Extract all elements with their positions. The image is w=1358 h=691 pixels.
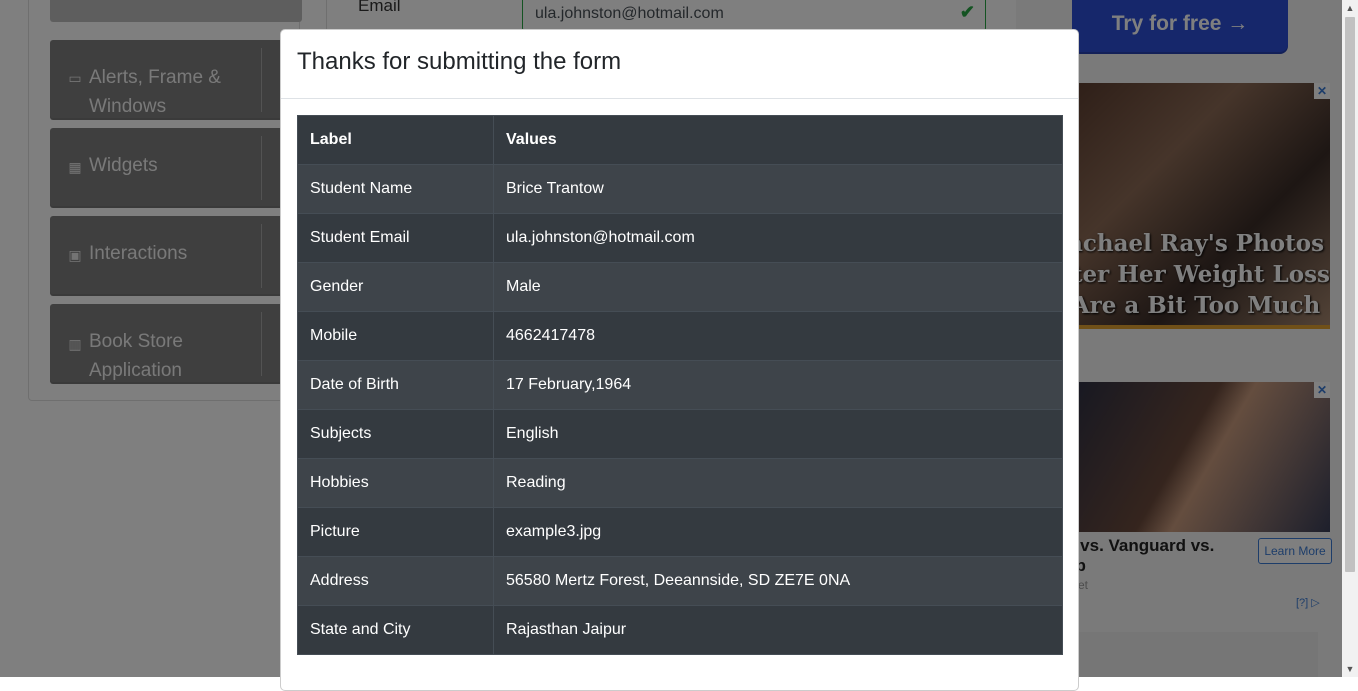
scrollbar[interactable]: ▲ ▼ xyxy=(1342,0,1358,677)
row-value: 4662417478 xyxy=(493,311,1063,361)
row-value: Brice Trantow xyxy=(493,164,1063,214)
table-row: Student Email ula.johnston@hotmail.com xyxy=(297,213,1063,263)
table-header-row: Label Values xyxy=(297,115,1063,165)
table-row: Student Name Brice Trantow xyxy=(297,164,1063,214)
table-row: State and City Rajasthan Jaipur xyxy=(297,605,1063,655)
row-value: Rajasthan Jaipur xyxy=(493,605,1063,655)
table-row: Address 56580 Mertz Forest, Deeannside, … xyxy=(297,556,1063,606)
scroll-thumb[interactable] xyxy=(1345,17,1355,572)
row-label: Subjects xyxy=(297,409,494,459)
row-label: Address xyxy=(297,556,494,606)
row-value: Male xyxy=(493,262,1063,312)
column-header-label: Label xyxy=(297,115,494,165)
table-row: Picture example3.jpg xyxy=(297,507,1063,557)
row-value: 56580 Mertz Forest, Deeannside, SD ZE7E … xyxy=(493,556,1063,606)
column-header-values: Values xyxy=(493,115,1063,165)
row-value: English xyxy=(493,409,1063,459)
row-label: Date of Birth xyxy=(297,360,494,410)
results-table: Label Values Student Name Brice Trantow … xyxy=(297,115,1063,655)
row-label: State and City xyxy=(297,605,494,655)
row-label: Gender xyxy=(297,262,494,312)
row-value: example3.jpg xyxy=(493,507,1063,557)
table-row: Date of Birth 17 February,1964 xyxy=(297,360,1063,410)
row-value: 17 February,1964 xyxy=(493,360,1063,410)
row-label: Student Email xyxy=(297,213,494,263)
row-value: ula.johnston@hotmail.com xyxy=(493,213,1063,263)
submission-modal: Thanks for submitting the form Label Val… xyxy=(280,29,1079,691)
modal-header: Thanks for submitting the form xyxy=(281,30,1078,99)
table-row: Gender Male xyxy=(297,262,1063,312)
row-label: Mobile xyxy=(297,311,494,361)
row-label: Picture xyxy=(297,507,494,557)
row-value: Reading xyxy=(493,458,1063,508)
table-row: Subjects English xyxy=(297,409,1063,459)
row-label: Student Name xyxy=(297,164,494,214)
scroll-up-arrow-icon[interactable]: ▲ xyxy=(1342,0,1358,16)
table-row: Hobbies Reading xyxy=(297,458,1063,508)
modal-title: Thanks for submitting the form xyxy=(297,48,622,75)
table-row: Mobile 4662417478 xyxy=(297,311,1063,361)
scroll-down-arrow-icon[interactable]: ▼ xyxy=(1342,661,1358,677)
row-label: Hobbies xyxy=(297,458,494,508)
